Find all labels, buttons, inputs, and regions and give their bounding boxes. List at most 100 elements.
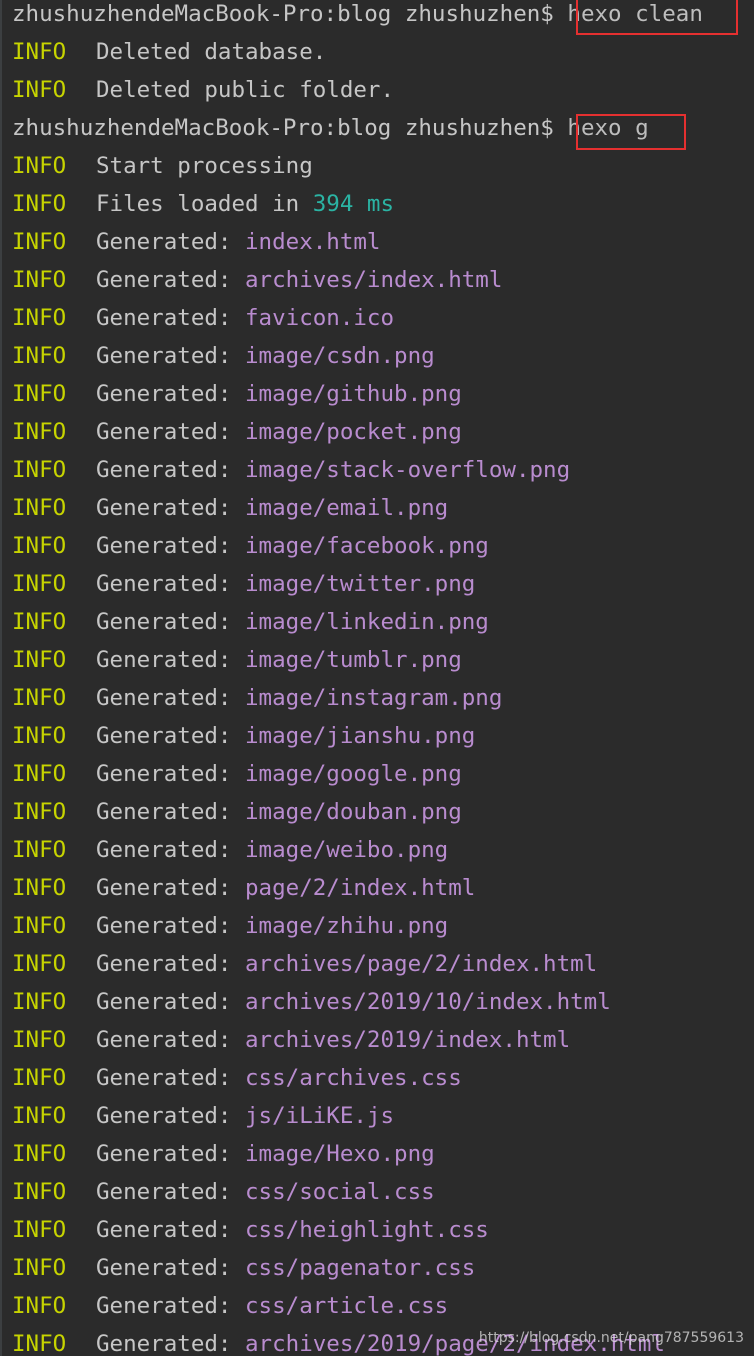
generated-line: INFO Generated: image/google.png bbox=[12, 755, 462, 793]
log-level: INFO bbox=[12, 761, 67, 787]
generated-line: INFO Generated: css/pagenator.css bbox=[12, 1249, 475, 1287]
generated-label: Generated: bbox=[96, 647, 246, 673]
command-hexo-clean: hexo clean bbox=[567, 1, 703, 27]
generated-file-path: css/social.css bbox=[245, 1179, 435, 1205]
generated-file-path: image/pocket.png bbox=[245, 419, 462, 445]
log-level: INFO bbox=[12, 1065, 67, 1091]
log-level: INFO bbox=[12, 951, 67, 977]
log-message: Deleted database. bbox=[96, 39, 327, 65]
generated-file-path: image/Hexo.png bbox=[245, 1141, 435, 1167]
generated-label: Generated: bbox=[96, 1103, 246, 1129]
log-message: Deleted public folder. bbox=[96, 77, 395, 103]
generated-label: Generated: bbox=[96, 495, 246, 521]
generated-label: Generated: bbox=[96, 229, 246, 255]
generated-label: Generated: bbox=[96, 419, 246, 445]
generated-line: INFO Generated: image/facebook.png bbox=[12, 527, 489, 565]
log-level: INFO bbox=[12, 1255, 67, 1281]
generated-file-path: archives/2019/10/index.html bbox=[245, 989, 611, 1015]
load-time-value: 394 ms bbox=[312, 191, 395, 217]
generated-line: INFO Generated: page/2/index.html bbox=[12, 869, 475, 907]
prompt-line-1: zhushuzhendeMacBook-Pro:blog zhushuzhen$… bbox=[12, 0, 703, 33]
generated-file-path: image/zhihu.png bbox=[245, 913, 449, 939]
generated-file-path: image/tumblr.png bbox=[245, 647, 462, 673]
generated-line: INFO Generated: image/Hexo.png bbox=[12, 1135, 435, 1173]
log-level: INFO bbox=[12, 1141, 67, 1167]
generated-file-path: css/heighlight.css bbox=[245, 1217, 489, 1243]
log-level: INFO bbox=[12, 77, 67, 103]
generated-label: Generated: bbox=[96, 951, 246, 977]
log-level: INFO bbox=[12, 875, 67, 901]
log-level: INFO bbox=[12, 799, 67, 825]
log-level: INFO bbox=[12, 913, 67, 939]
generated-label: Generated: bbox=[96, 267, 246, 293]
generated-line: INFO Generated: image/pocket.png bbox=[12, 413, 462, 451]
log-level: INFO bbox=[12, 837, 67, 863]
log-line: INFO Files loaded in 394 ms bbox=[12, 185, 394, 223]
generated-file-path: index.html bbox=[245, 229, 381, 255]
log-level: INFO bbox=[12, 191, 67, 217]
generated-file-path: image/weibo.png bbox=[245, 837, 449, 863]
generated-file-path: css/pagenator.css bbox=[245, 1255, 476, 1281]
generated-line: INFO Generated: image/douban.png bbox=[12, 793, 462, 831]
log-level: INFO bbox=[12, 1293, 67, 1319]
generated-label: Generated: bbox=[96, 799, 246, 825]
generated-line: INFO Generated: image/email.png bbox=[12, 489, 448, 527]
generated-file-path: image/instagram.png bbox=[245, 685, 503, 711]
generated-line: INFO Generated: archives/index.html bbox=[12, 261, 502, 299]
generated-file-path: image/linkedin.png bbox=[245, 609, 489, 635]
generated-file-path: image/jianshu.png bbox=[245, 723, 476, 749]
terminal-window[interactable]: zhushuzhendeMacBook-Pro:blog zhushuzhen$… bbox=[0, 0, 754, 1356]
log-message: Start processing bbox=[96, 153, 313, 179]
generated-label: Generated: bbox=[96, 1141, 246, 1167]
generated-line: INFO Generated: archives/2019/10/index.ht… bbox=[12, 983, 611, 1021]
generated-line: INFO Generated: archives/page/2/index.htm… bbox=[12, 945, 597, 983]
command-hexo-g: hexo g bbox=[567, 115, 649, 141]
generated-line: INFO Generated: favicon.ico bbox=[12, 299, 394, 337]
generated-label: Generated: bbox=[96, 343, 246, 369]
log-line: INFO Deleted public folder. bbox=[12, 71, 394, 109]
generated-line: INFO Generated: image/stack-overflow.png bbox=[12, 451, 570, 489]
log-level: INFO bbox=[12, 685, 67, 711]
log-level: INFO bbox=[12, 229, 67, 255]
generated-line: INFO Generated: image/csdn.png bbox=[12, 337, 435, 375]
generated-line: INFO Generated: image/twitter.png bbox=[12, 565, 475, 603]
generated-label: Generated: bbox=[96, 989, 246, 1015]
log-level: INFO bbox=[12, 153, 67, 179]
generated-file-path: archives/2019/index.html bbox=[245, 1027, 571, 1053]
log-level: INFO bbox=[12, 305, 67, 331]
generated-label: Generated: bbox=[96, 381, 246, 407]
generated-file-path: css/archives.css bbox=[245, 1065, 462, 1091]
generated-label: Generated: bbox=[96, 457, 246, 483]
generated-file-path: css/article.css bbox=[245, 1293, 449, 1319]
log-level: INFO bbox=[12, 1331, 67, 1356]
generated-line: INFO Generated: archives/2019/index.html bbox=[12, 1021, 570, 1059]
generated-line: INFO Generated: image/instagram.png bbox=[12, 679, 502, 717]
log-level: INFO bbox=[12, 609, 67, 635]
log-level: INFO bbox=[12, 495, 67, 521]
generated-label: Generated: bbox=[96, 837, 246, 863]
generated-file-path: image/stack-overflow.png bbox=[245, 457, 571, 483]
shell-prompt: zhushuzhendeMacBook-Pro:blog zhushuzhen$ bbox=[12, 1, 568, 27]
generated-line: INFO Generated: image/tumblr.png bbox=[12, 641, 462, 679]
prompt-line-2: zhushuzhendeMacBook-Pro:blog zhushuzhen$… bbox=[12, 109, 649, 147]
generated-file-path: image/facebook.png bbox=[245, 533, 489, 559]
generated-label: Generated: bbox=[96, 1217, 246, 1243]
generated-label: Generated: bbox=[96, 533, 246, 559]
generated-label: Generated: bbox=[96, 913, 246, 939]
generated-line: INFO Generated: css/archives.css bbox=[12, 1059, 462, 1097]
log-level: INFO bbox=[12, 457, 67, 483]
generated-file-path: favicon.ico bbox=[245, 305, 395, 331]
generated-line: INFO Generated: js/iLiKE.js bbox=[12, 1097, 394, 1135]
generated-line: INFO Generated: image/jianshu.png bbox=[12, 717, 475, 755]
log-level: INFO bbox=[12, 989, 67, 1015]
log-level: INFO bbox=[12, 1217, 67, 1243]
generated-file-path: image/email.png bbox=[245, 495, 449, 521]
generated-label: Generated: bbox=[96, 1027, 246, 1053]
log-level: INFO bbox=[12, 267, 67, 293]
generated-line: INFO Generated: image/linkedin.png bbox=[12, 603, 489, 641]
generated-file-path: page/2/index.html bbox=[245, 875, 476, 901]
log-level: INFO bbox=[12, 39, 67, 65]
generated-line: INFO Generated: image/weibo.png bbox=[12, 831, 448, 869]
generated-label: Generated: bbox=[96, 571, 246, 597]
generated-file-path: js/iLiKE.js bbox=[245, 1103, 395, 1129]
